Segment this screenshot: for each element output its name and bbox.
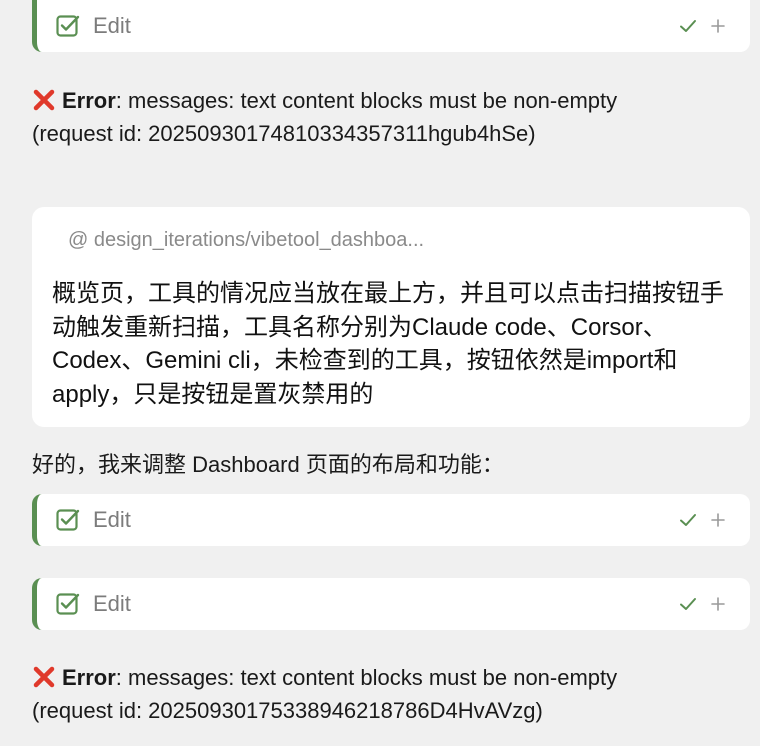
edit-card[interactable]: Edit: [32, 578, 750, 630]
error-message: Error: messages: text content blocks mus…: [32, 661, 732, 727]
edit-label: Edit: [93, 13, 131, 38]
edit-label: Edit: [93, 507, 131, 532]
error-label: Error: [62, 88, 116, 113]
user-message-card: @ design_iterations/vibetool_dashboa... …: [32, 207, 750, 427]
edit-card[interactable]: Edit: [32, 0, 750, 52]
plus-icon[interactable]: [708, 594, 728, 614]
edit-actions: [678, 594, 728, 614]
error-request-id: (request id: 20250930174810334357311hgub…: [32, 121, 536, 146]
checkmark-icon[interactable]: [678, 16, 698, 36]
error-text: : messages: text content blocks must be …: [115, 88, 618, 113]
user-message-text: 概览页，工具的情况应当放在最上方，并且可以点击扫描按钮手动触发重新扫描，工具名称…: [52, 280, 724, 408]
file-mention[interactable]: @ design_iterations/vibetool_dashboa...: [68, 229, 424, 252]
edit-card[interactable]: Edit: [32, 494, 750, 546]
error-text: : messages: text content blocks must be …: [115, 665, 618, 690]
assistant-reply: 好的，我来调整 Dashboard 页面的布局和功能：: [32, 452, 504, 477]
checkbox-checked-icon: [55, 13, 81, 39]
checkmark-icon[interactable]: [678, 594, 698, 614]
checkbox-checked-icon: [55, 591, 81, 617]
error-label: Error: [62, 665, 116, 690]
plus-icon[interactable]: [708, 16, 728, 36]
edit-actions: [678, 16, 728, 36]
error-request-id: (request id: 20250930175338946218786D4Hv…: [32, 698, 543, 723]
error-x-icon: [32, 665, 56, 689]
checkbox-checked-icon: [55, 507, 81, 533]
plus-icon[interactable]: [708, 510, 728, 530]
error-message: Error: messages: text content blocks mus…: [32, 84, 732, 150]
edit-label: Edit: [93, 591, 131, 616]
checkmark-icon[interactable]: [678, 510, 698, 530]
error-x-icon: [32, 88, 56, 112]
edit-actions: [678, 510, 728, 530]
chat-transcript: Edit Error: messages: text content block…: [0, 0, 760, 746]
